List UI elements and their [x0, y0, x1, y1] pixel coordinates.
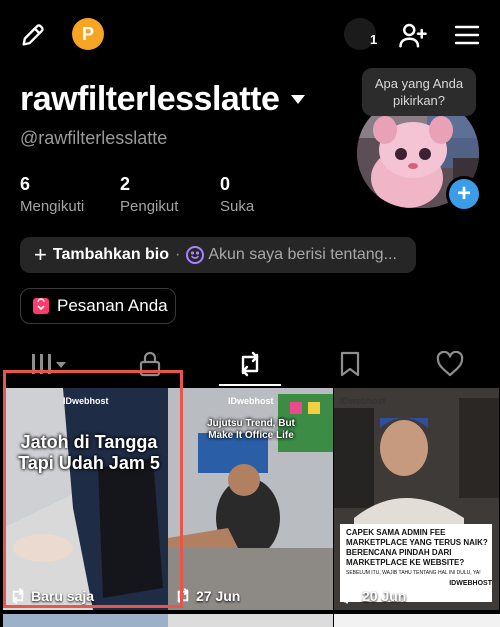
caption-line: MARKETPLACE YANG TERUS NAIK?: [346, 538, 488, 547]
bio-bar[interactable]: + Tambahkan bio · Akun saya berisi tenta…: [20, 237, 416, 273]
video-caption: Jatoh di Tangga Tapi Udah Jam 5: [18, 432, 160, 473]
video-thumbnail[interactable]: IDwebhost CAPEK SAMA ADMIN FEE MARKETPLA…: [334, 388, 499, 610]
profile-tabs: [0, 340, 500, 388]
video-date: 20 Jun: [340, 588, 406, 604]
top-bar: P 1: [0, 0, 500, 70]
stat-value: 0: [220, 174, 231, 194]
orders-button[interactable]: Pesanan Anda: [20, 288, 176, 324]
repost-icon: [241, 351, 259, 377]
caption-line: MARKETPLACE KE WEBSITE?: [346, 558, 465, 567]
brand-watermark: IDwebhost: [228, 396, 274, 406]
username-switcher[interactable]: rawfilterlesslatte: [20, 80, 306, 119]
lock-icon: [139, 351, 161, 377]
repost-icon: [12, 588, 24, 604]
video-grid: IDwebhost Jatoh di Tangga Tapi Udah Jam …: [0, 370, 500, 627]
stat-following[interactable]: 6 Mengikuti: [20, 174, 120, 215]
orders-label: Pesanan Anda: [57, 296, 168, 315]
shopping-bag-icon: [33, 298, 49, 314]
video-thumbnail[interactable]: [168, 614, 333, 627]
tab-private[interactable]: [100, 340, 200, 388]
stat-value: 6: [20, 174, 31, 194]
tab-videos[interactable]: [0, 340, 100, 388]
repost-icon: [177, 588, 189, 604]
video-date: Baru saja: [9, 588, 94, 604]
tab-favorites[interactable]: [300, 340, 400, 388]
stat-value: 2: [120, 174, 131, 194]
plus-icon: +: [34, 242, 47, 267]
caption-line: BERENCANA PINDAH DARI: [346, 548, 452, 557]
stat-followers[interactable]: 2 Pengikut: [120, 174, 220, 215]
stat-likes[interactable]: 0 Suka: [220, 174, 320, 215]
chevron-down-icon: [291, 95, 306, 104]
repost-icon: [343, 588, 355, 604]
smiley-icon: [186, 246, 205, 264]
coin-icon[interactable]: P: [72, 18, 104, 50]
username: rawfilterlesslatte: [20, 80, 280, 118]
profile-handle: @rawfilterlesslatte: [20, 128, 168, 148]
separator-dot: ·: [175, 246, 181, 263]
video-thumbnail[interactable]: [334, 614, 500, 627]
add-story-button[interactable]: +: [446, 176, 482, 212]
date-label: 27 Jun: [196, 588, 241, 604]
account-description: Akun saya berisi tentang...: [208, 246, 397, 263]
plus-icon: +: [449, 179, 479, 209]
date-label: 20 Jun: [362, 588, 407, 604]
video-thumbnail[interactable]: IDwebhost Jujutsu Trend, But Make It Off…: [168, 388, 333, 610]
stat-label: Mengikuti: [20, 198, 85, 215]
heart-icon: [436, 351, 464, 377]
video-caption: Jujutsu Trend, But Make It Office Life: [207, 418, 295, 441]
thumbnail-image: [3, 388, 168, 610]
date-label: Baru saja: [31, 588, 95, 604]
pencil-icon[interactable]: [16, 18, 50, 52]
status-tooltip[interactable]: Apa yang Anda pikirkan?: [362, 68, 476, 116]
video-thumbnail[interactable]: [3, 614, 168, 627]
tab-liked[interactable]: [400, 340, 500, 388]
video-date: 27 Jun: [174, 588, 240, 604]
person-add-icon[interactable]: [396, 18, 430, 52]
notification-count: 1: [370, 32, 378, 47]
caption-line: CAPEK SAMA ADMIN FEE: [346, 528, 446, 537]
brand-watermark: IDwebhost: [63, 396, 109, 406]
video-thumbnail[interactable]: IDwebhost Jatoh di Tangga Tapi Udah Jam …: [3, 388, 168, 610]
stat-label: Pengikut: [120, 198, 179, 215]
hamburger-icon[interactable]: [450, 18, 484, 52]
brand-watermark: IDwebhost: [340, 396, 386, 406]
profile-stats: 6 Mengikuti 2 Pengikut 0 Suka: [20, 174, 320, 215]
caption-note: SEBELUM ITU, WAJIB TAHU TENTANG HAL INI …: [346, 570, 481, 576]
grid-icon: [32, 354, 66, 374]
video-caption-box: CAPEK SAMA ADMIN FEE MARKETPLACE YANG TE…: [346, 528, 492, 589]
add-bio-label: Tambahkan bio: [52, 246, 170, 263]
bookmark-icon: [340, 351, 360, 377]
stat-label: Suka: [220, 198, 255, 215]
tab-reposts[interactable]: [200, 340, 300, 388]
